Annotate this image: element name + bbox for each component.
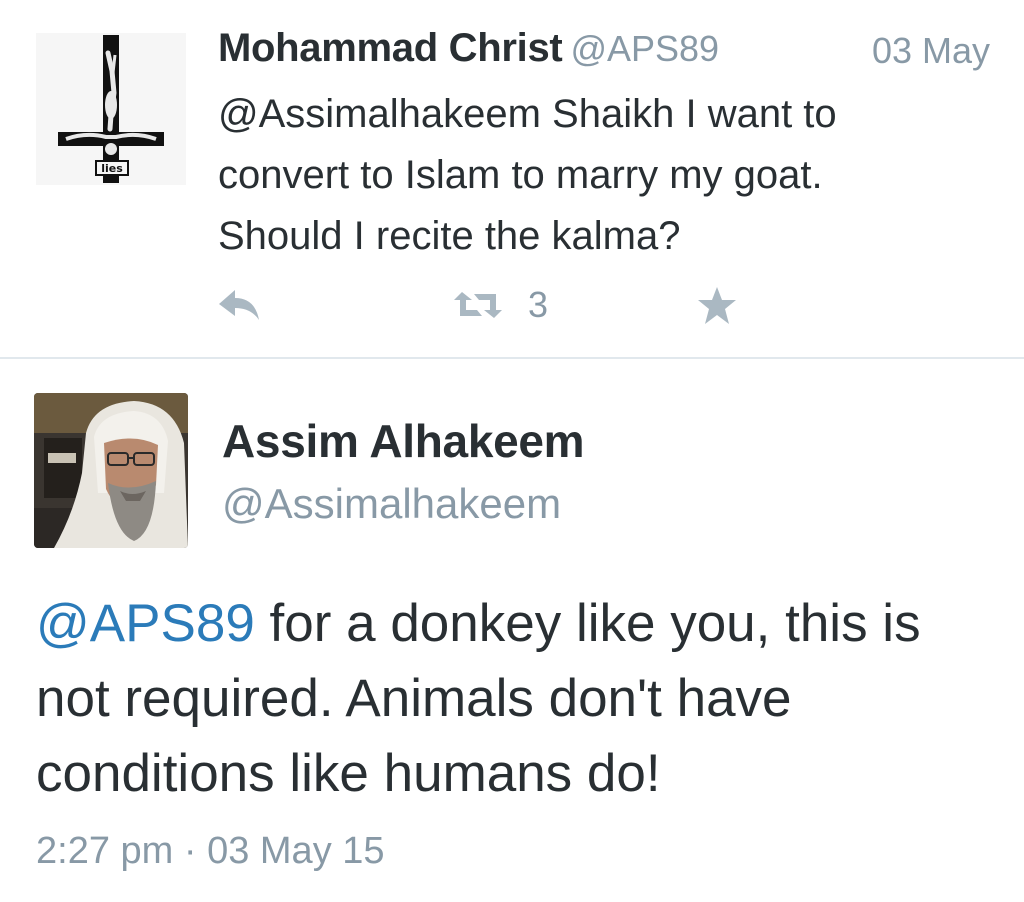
retweet-button[interactable]	[452, 288, 504, 322]
tweet-text-line: @Assimalhakeem Shaikh I want to	[218, 92, 837, 136]
retweet-icon	[454, 292, 502, 318]
tweet-header: Mohammad Christ @APS89 03 May	[218, 26, 998, 78]
inverted-crucifix-icon: lies	[36, 33, 186, 185]
tweet-date[interactable]: 03 May	[872, 30, 990, 72]
reply-icon	[219, 290, 259, 320]
tweet-text: @Assimalhakeem Shaikh I want to convert …	[218, 84, 938, 267]
avatar-label: lies	[101, 162, 123, 175]
tweet-reply-from-mohammad-christ[interactable]: lies Mohammad Christ @APS89 03 May @Assim…	[0, 0, 1024, 358]
avatar[interactable]: lies	[36, 33, 186, 185]
avatar[interactable]	[34, 393, 188, 548]
tweet-text: @APS89 for a donkey like you, this is no…	[36, 586, 996, 811]
author-name[interactable]: Mohammad Christ	[218, 26, 563, 70]
profile-photo	[34, 393, 188, 548]
author-name[interactable]: Assim Alhakeem	[222, 414, 585, 468]
favorite-button[interactable]	[696, 286, 738, 326]
tweet-text-line: convert to Islam to marry my goat.	[218, 153, 823, 197]
tweet-body: Mohammad Christ @APS89 03 May @Assimalhak…	[218, 26, 998, 267]
retweet-count: 3	[528, 284, 549, 325]
reply-button[interactable]	[217, 288, 261, 322]
tweet-divider	[0, 357, 1024, 359]
tweet-text-line: Should I recite the kalma?	[218, 214, 681, 258]
tweet-actions: 3	[0, 280, 1024, 330]
author-handle[interactable]: @Assimalhakeem	[222, 480, 561, 528]
tweet-timestamp[interactable]: 2:27 pm · 03 May 15	[36, 830, 385, 873]
mention-link[interactable]: @APS89	[36, 594, 255, 653]
star-icon	[698, 287, 736, 324]
tweet-screenshot: lies Mohammad Christ @APS89 03 May @Assim…	[0, 0, 1024, 902]
author-handle[interactable]: @APS89	[570, 28, 719, 69]
